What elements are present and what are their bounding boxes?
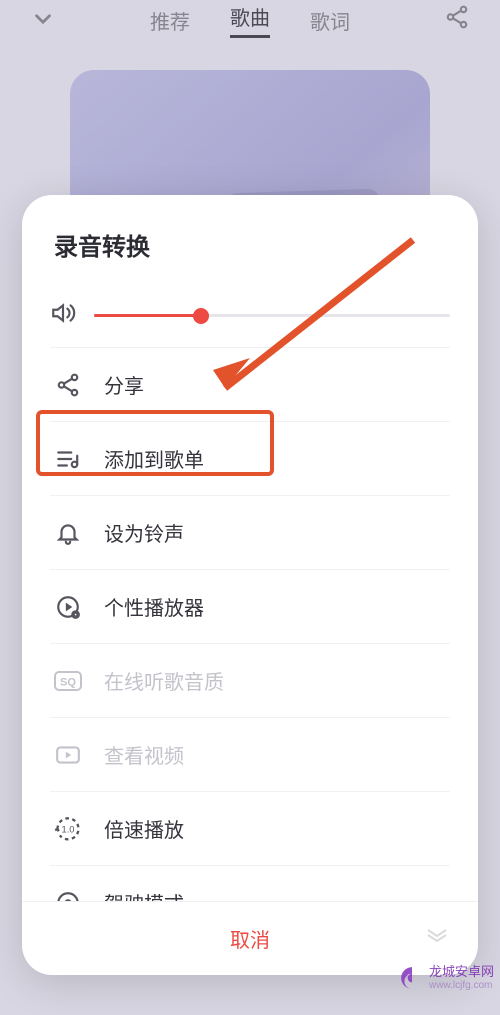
menu-label: 分享 — [104, 370, 144, 399]
volume-row[interactable] — [50, 284, 450, 348]
tab-lyrics: 歌词 — [310, 6, 350, 35]
cancel-button[interactable]: 取消 — [22, 901, 478, 975]
play-circle-icon — [54, 593, 82, 621]
watermark-name: 龙城安卓网 — [429, 965, 494, 979]
watermark-logo-icon — [399, 965, 425, 991]
menu-label: 设为铃声 — [104, 518, 184, 547]
sq-quality-icon: SQ — [54, 667, 82, 695]
menu-driving-mode[interactable]: 驾驶模式 — [50, 866, 450, 901]
volume-icon — [50, 300, 76, 331]
playlist-add-icon — [54, 445, 82, 473]
steering-wheel-icon — [54, 889, 82, 902]
menu-playback-speed[interactable]: 1.0 倍速播放 — [50, 792, 450, 866]
menu-label: 驾驶模式 — [104, 888, 184, 901]
speed-icon: 1.0 — [54, 815, 82, 843]
tab-recommend: 推荐 — [150, 6, 190, 35]
svg-text:SQ: SQ — [60, 676, 76, 688]
menu-watch-video: 查看视频 — [50, 718, 450, 792]
options-sheet: 录音转换 分享 添加到歌单 — [22, 195, 478, 975]
menu-share[interactable]: 分享 — [50, 348, 450, 422]
menu-label: 个性播放器 — [104, 592, 204, 621]
watermark-domain: www.lcjfg.com — [429, 980, 494, 991]
menu-label: 添加到歌单 — [104, 444, 204, 473]
menu-label: 倍速播放 — [104, 814, 184, 843]
tab-song: 歌曲 — [230, 2, 270, 38]
slider-thumb-icon[interactable] — [193, 308, 209, 324]
menu-add-to-playlist[interactable]: 添加到歌单 — [50, 422, 450, 496]
sheet-title: 录音转换 — [22, 195, 478, 284]
volume-slider[interactable] — [94, 304, 450, 328]
svg-text:1.0: 1.0 — [62, 824, 75, 834]
scroll-hint-icon — [426, 928, 448, 947]
menu-label: 在线听歌音质 — [104, 666, 224, 695]
watermark: 龙城安卓网 www.lcjfg.com — [399, 965, 494, 991]
menu-label: 查看视频 — [104, 740, 184, 769]
video-icon — [54, 741, 82, 769]
share-icon — [54, 371, 82, 399]
bell-icon — [54, 519, 82, 547]
player-tabs: 推荐 歌曲 歌词 — [0, 0, 500, 40]
menu-personal-player[interactable]: 个性播放器 — [50, 570, 450, 644]
menu-online-quality: SQ 在线听歌音质 — [50, 644, 450, 718]
share-icon — [444, 4, 470, 35]
sheet-body: 分享 添加到歌单 设为铃声 个性播放器 SQ 在线听歌音质 — [22, 284, 478, 901]
chevron-down-icon — [30, 6, 56, 37]
menu-set-ringtone[interactable]: 设为铃声 — [50, 496, 450, 570]
